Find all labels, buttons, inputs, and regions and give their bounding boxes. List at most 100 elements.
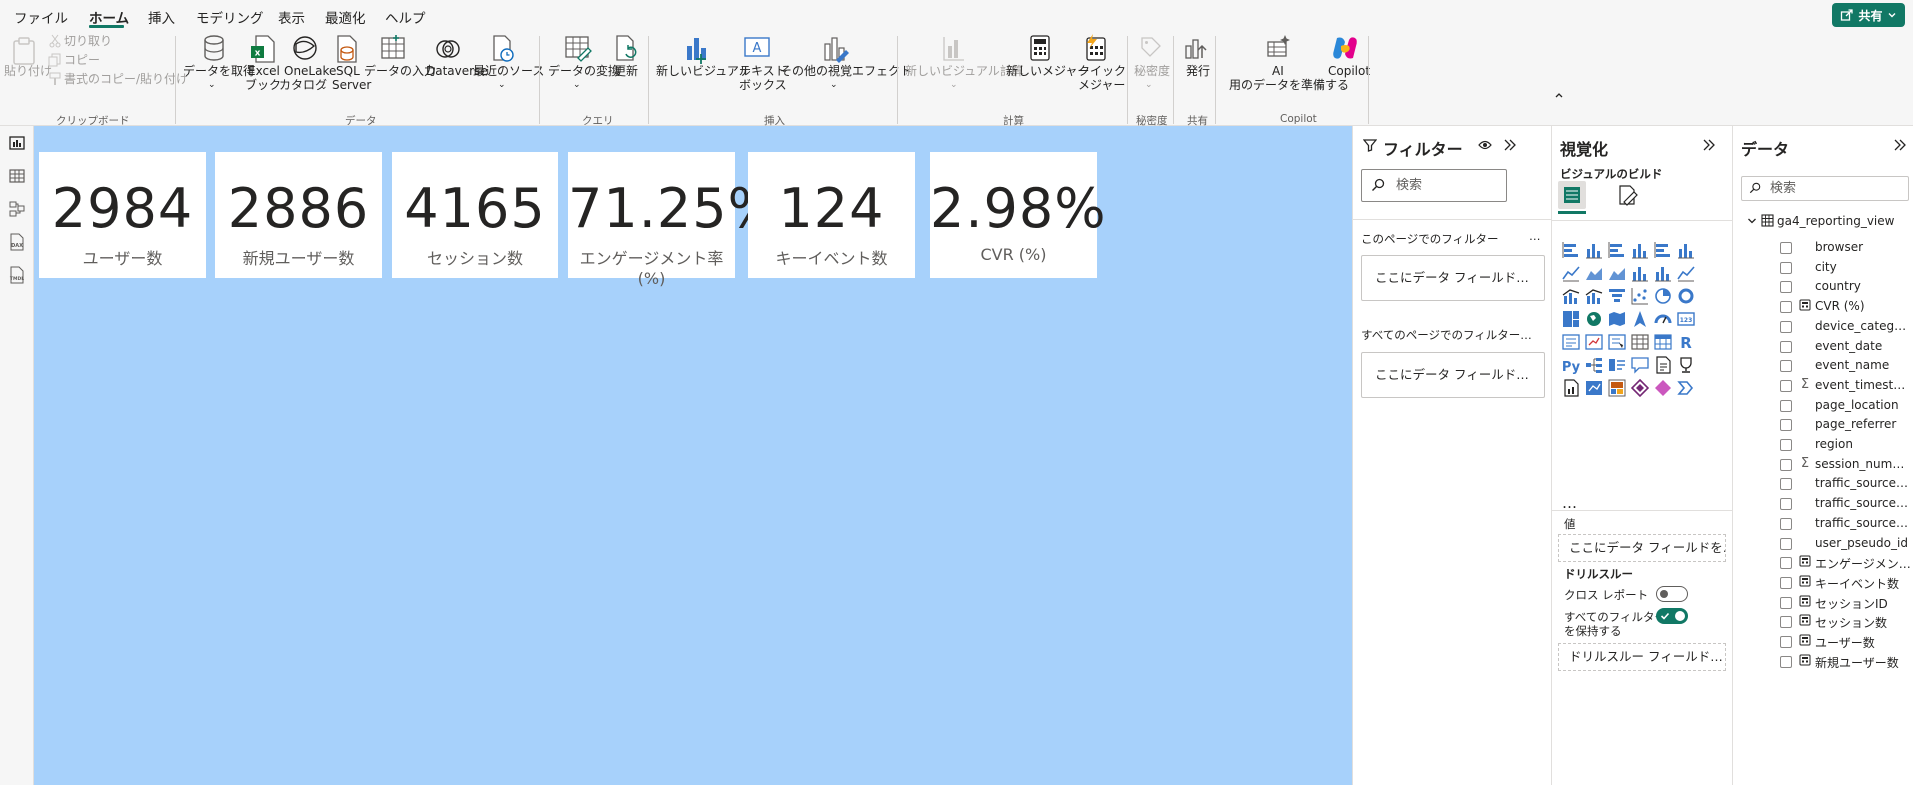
chevrons-icon[interactable] bbox=[1675, 377, 1697, 399]
power-apps-icon[interactable] bbox=[1629, 377, 1651, 399]
filled-map-icon[interactable] bbox=[1606, 308, 1628, 330]
field-checkbox[interactable] bbox=[1780, 320, 1792, 333]
field-item[interactable]: 新規ユーザー数 bbox=[1733, 650, 1913, 674]
report-view-icon[interactable] bbox=[7, 133, 27, 153]
kpi-card-cvr[interactable]: 2.98% CVR (%) bbox=[930, 152, 1106, 278]
table-name[interactable]: ga4_reporting_view bbox=[1777, 214, 1894, 228]
cut-button[interactable]: 切り取り bbox=[64, 33, 112, 49]
arcgis-icon[interactable] bbox=[1583, 377, 1605, 399]
tmdl-view-icon[interactable]: TMDL bbox=[7, 265, 27, 285]
decomposition-tree-icon[interactable] bbox=[1583, 354, 1605, 376]
stacked-column-chart-icon[interactable] bbox=[1583, 239, 1605, 261]
treemap-icon[interactable] bbox=[1560, 308, 1582, 330]
values-drop-well[interactable]: ここにデータ フィールドを… bbox=[1558, 534, 1726, 562]
clustered-bar-chart-icon[interactable] bbox=[1606, 239, 1628, 261]
kpi-card-new-users[interactable]: 2886 新規ユーザー数 bbox=[215, 152, 382, 278]
100-column-chart-icon[interactable] bbox=[1675, 239, 1697, 261]
cross-report-toggle[interactable] bbox=[1656, 586, 1688, 602]
field-checkbox[interactable] bbox=[1780, 419, 1792, 432]
funnel-chart-icon[interactable] bbox=[1606, 285, 1628, 307]
stacked-bar-chart-icon[interactable] bbox=[1560, 239, 1582, 261]
collapse-ribbon-icon[interactable] bbox=[1554, 90, 1564, 100]
more-visuals-button[interactable]: その他の視覚エフェクト bbox=[780, 63, 912, 79]
field-checkbox[interactable] bbox=[1780, 399, 1792, 412]
field-checkbox[interactable] bbox=[1780, 458, 1792, 471]
menu-file[interactable]: ファイル bbox=[14, 7, 68, 27]
field-checkbox[interactable] bbox=[1780, 261, 1792, 274]
field-checkbox[interactable] bbox=[1780, 557, 1792, 570]
multi-row-card-icon[interactable] bbox=[1560, 331, 1582, 353]
refresh-button[interactable]: 更新 bbox=[614, 63, 638, 79]
new-visual-button[interactable]: 新しいビジュアル bbox=[656, 63, 751, 79]
eye-icon[interactable] bbox=[1478, 139, 1492, 151]
field-checkbox[interactable] bbox=[1780, 439, 1792, 451]
field-checkbox[interactable] bbox=[1780, 537, 1792, 550]
new-measure-button[interactable]: 新しいメジャー bbox=[1006, 63, 1089, 79]
collapse-visualizations-icon[interactable] bbox=[1702, 138, 1716, 152]
line-chart-icon[interactable] bbox=[1560, 262, 1582, 284]
smart-narrative-icon[interactable] bbox=[1652, 354, 1674, 376]
field-checkbox[interactable] bbox=[1780, 340, 1792, 353]
field-checkbox[interactable] bbox=[1780, 498, 1792, 511]
field-checkbox[interactable] bbox=[1780, 517, 1792, 530]
qa-icon[interactable] bbox=[1629, 354, 1651, 376]
stacked-area-chart-icon[interactable] bbox=[1606, 262, 1628, 284]
drillthrough-drop-well[interactable]: ドリルスルー フィールド… bbox=[1558, 643, 1726, 671]
chevron-down-icon[interactable] bbox=[1747, 216, 1757, 226]
donut-chart-icon[interactable] bbox=[1675, 285, 1697, 307]
field-checkbox[interactable] bbox=[1780, 616, 1792, 629]
field-checkbox[interactable] bbox=[1780, 655, 1792, 668]
paginated-report-icon[interactable] bbox=[1560, 377, 1582, 399]
keep-filters-toggle[interactable] bbox=[1656, 608, 1688, 624]
all-pages-filters-drop-well[interactable]: ここにデータ フィールド… bbox=[1361, 352, 1545, 398]
field-checkbox[interactable] bbox=[1780, 301, 1792, 314]
line-column-chart-icon[interactable] bbox=[1675, 262, 1697, 284]
line-stacked-column-icon[interactable] bbox=[1560, 285, 1582, 307]
field-checkbox[interactable] bbox=[1780, 636, 1792, 648]
100-bar-chart-icon[interactable] bbox=[1652, 239, 1674, 261]
table-view-icon[interactable] bbox=[7, 166, 27, 186]
diamond-visual-icon[interactable] bbox=[1652, 377, 1674, 399]
publish-button[interactable]: 発行 bbox=[1186, 63, 1210, 79]
share-button[interactable]: 共有 bbox=[1832, 3, 1905, 27]
field-checkbox[interactable] bbox=[1780, 596, 1792, 609]
metrics-icon[interactable] bbox=[1675, 354, 1697, 376]
scatter-chart-icon[interactable] bbox=[1629, 285, 1651, 307]
key-influencers-icon[interactable] bbox=[1606, 354, 1628, 376]
format-visual-icon[interactable] bbox=[1616, 184, 1638, 206]
copilot-button[interactable]: Copilot bbox=[1328, 63, 1370, 79]
matrix-icon[interactable] bbox=[1652, 331, 1674, 353]
menu-view[interactable]: 表示 bbox=[278, 7, 305, 27]
card-icon[interactable]: 123 bbox=[1675, 308, 1697, 330]
menu-optimize[interactable]: 最適化 bbox=[325, 7, 366, 27]
menu-insert[interactable]: 挿入 bbox=[148, 7, 175, 27]
r-visual-icon[interactable]: R bbox=[1675, 331, 1697, 353]
gauge-icon[interactable] bbox=[1652, 308, 1674, 330]
python-visual-icon[interactable]: Py bbox=[1560, 354, 1582, 376]
ribbon-chart-icon[interactable] bbox=[1629, 262, 1651, 284]
format-painter-button[interactable]: 書式のコピー/貼り付け bbox=[64, 71, 188, 87]
menu-help[interactable]: ヘルプ bbox=[385, 7, 426, 27]
model-view-icon[interactable] bbox=[7, 199, 27, 219]
kpi-card-users[interactable]: 2984 ユーザー数 bbox=[39, 152, 206, 278]
field-checkbox[interactable] bbox=[1780, 379, 1792, 392]
field-checkbox[interactable] bbox=[1780, 478, 1792, 491]
table-icon[interactable] bbox=[1629, 331, 1651, 353]
kpi-icon[interactable] bbox=[1583, 331, 1605, 353]
recent-sources-button[interactable]: 最近のソース bbox=[473, 63, 544, 79]
dax-query-view-icon[interactable]: DAX bbox=[7, 232, 27, 252]
data-search-input[interactable]: 検索 bbox=[1741, 176, 1909, 201]
field-checkbox[interactable] bbox=[1780, 242, 1792, 254]
report-canvas[interactable]: 2984 ユーザー数 2886 新規ユーザー数 4165 セッション数 71.2… bbox=[34, 126, 1352, 785]
clustered-column-chart-icon[interactable] bbox=[1629, 239, 1651, 261]
collapse-filters-icon[interactable] bbox=[1503, 138, 1517, 152]
collapse-data-icon[interactable] bbox=[1893, 138, 1907, 152]
menu-home[interactable]: ホーム bbox=[89, 7, 129, 27]
copy-button[interactable]: コピー bbox=[64, 52, 100, 68]
kpi-card-sessions[interactable]: 4165 セッション数 bbox=[392, 152, 558, 278]
pie-chart-icon[interactable] bbox=[1652, 285, 1674, 307]
kpi-card-engagement-rate[interactable]: 71.25% エンゲージメント率 (%) bbox=[568, 152, 779, 288]
power-automate-icon[interactable] bbox=[1606, 377, 1628, 399]
kpi-card-key-events[interactable]: 124 キーイベント数 bbox=[748, 152, 915, 278]
azure-map-icon[interactable] bbox=[1629, 308, 1651, 330]
